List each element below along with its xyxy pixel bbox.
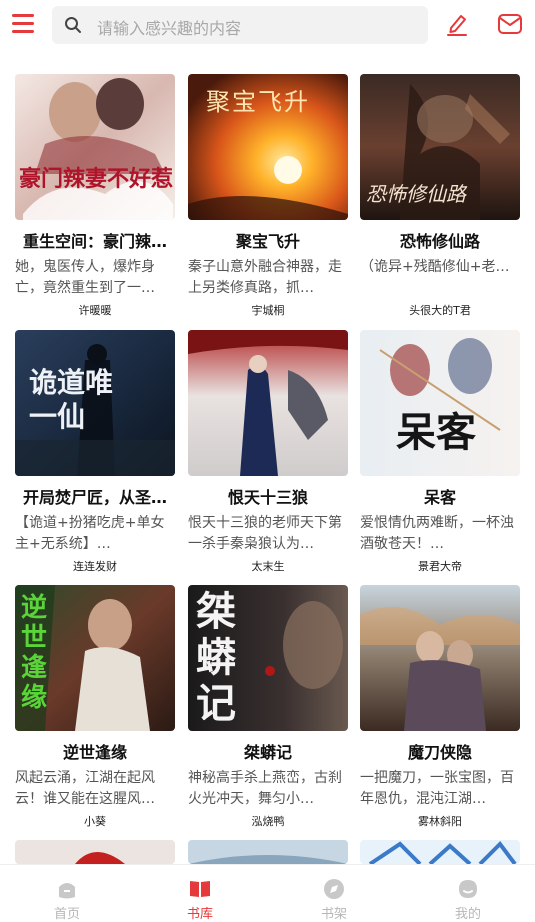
book-cover[interactable] (188, 330, 348, 476)
book-author: 雾林斜阳 (418, 815, 462, 828)
book-cover[interactable]: 聚宝飞升 (188, 74, 348, 220)
book-title[interactable]: 呆客 (356, 484, 524, 508)
cover-title: 呆客 (396, 409, 476, 456)
book-title[interactable]: 逆世逢缘 (11, 739, 179, 763)
tab-bookshelf[interactable]: 书架 (267, 865, 401, 922)
bottom-tab-bar: 首页 书库 书架 我的 (0, 864, 535, 922)
book-title[interactable]: 聚宝飞升 (184, 228, 352, 252)
book-author: 连连发财 (73, 560, 117, 573)
tab-label: 书库 (186, 907, 213, 922)
book-author: 小葵 (84, 815, 106, 828)
book-cover[interactable] (360, 840, 520, 864)
tab-home[interactable]: 首页 (0, 865, 134, 922)
book-description: 爱恨情仇两难断，一杯浊酒敬苍天！… (360, 515, 514, 552)
book-title[interactable]: 重生空间：豪门辣… (11, 228, 179, 252)
profile-icon (459, 880, 477, 898)
cover-title: 聚宝飞升 (206, 88, 310, 116)
book-title[interactable]: 恐怖修仙路 (356, 228, 524, 252)
book-cover[interactable]: 诡道唯一仙 (15, 330, 175, 476)
book-description: 【诡道+扮猪吃虎+单女主+无系统】… (15, 515, 165, 552)
library-icon (190, 881, 210, 897)
book-description: 恨天十三狼的老师天下第一杀手秦枭狼认为… (188, 515, 342, 552)
book-description: （诡异+残酷修仙+老… (360, 259, 510, 275)
tab-profile[interactable]: 我的 (401, 865, 535, 922)
mail-icon[interactable] (497, 11, 523, 37)
cover-title: 桀蟒记 (196, 588, 236, 727)
cover-title: 豪门辣妻不好惹 (19, 166, 174, 192)
book-author: 景君大帝 (418, 560, 462, 573)
tab-label: 书架 (320, 907, 347, 922)
book-cover[interactable]: 桀蟒记 (188, 585, 348, 731)
book-cover[interactable]: 恐怖修仙路 (360, 74, 520, 220)
bookshelf-icon (324, 879, 344, 899)
tab-label: 我的 (454, 907, 481, 922)
book-cover[interactable]: 逆世逢缘 (15, 585, 175, 731)
book-title[interactable]: 恨天十三狼 (184, 484, 352, 508)
cover-title: 诡道唯一仙 (29, 366, 114, 433)
tab-library[interactable]: 书库 (133, 865, 267, 922)
book-cover[interactable] (188, 840, 348, 864)
book-description: 她，鬼医传人，爆炸身亡，竟然重生到了一… (15, 259, 155, 296)
book-description: 风起云涌，江湖在起风云！谁又能在这腥风… (15, 770, 155, 807)
cover-title: 逆世逢缘 (21, 593, 48, 713)
search-icon (65, 17, 81, 33)
tab-label: 首页 (53, 907, 80, 922)
book-description: 秦子山意外融合神器，走上另类修真路，抓… (188, 259, 342, 296)
book-cover[interactable] (360, 585, 520, 731)
home-icon (59, 883, 75, 899)
book-cover[interactable]: 豪门辣妻不好惹 (15, 74, 175, 220)
book-description: 神秘高手杀上燕峦，古刹火光冲天，舞匀小… (188, 770, 342, 807)
book-author: 宇城桐 (251, 304, 285, 317)
menu-icon[interactable] (12, 14, 34, 34)
book-description: 一把魔刀，一张宝图，百年恩仇，混沌江湖… (360, 770, 514, 807)
book-title[interactable]: 桀蟒记 (184, 739, 352, 763)
book-author: 泓烧鸭 (251, 815, 285, 828)
edit-icon[interactable] (444, 11, 470, 37)
book-author: 太末生 (251, 560, 285, 573)
book-cover[interactable]: 呆客 (360, 330, 520, 476)
book-cover[interactable] (15, 840, 175, 864)
search-input[interactable]: 请输入感兴趣的内容 (52, 6, 428, 44)
top-bar: 请输入感兴趣的内容 (0, 0, 535, 52)
book-author: 头很大的T君 (409, 304, 471, 317)
search-placeholder: 请输入感兴趣的内容 (97, 19, 242, 38)
book-author: 许暖暖 (78, 304, 112, 317)
book-title[interactable]: 开局焚尸匠，从圣… (11, 484, 179, 508)
cover-title: 恐怖修仙路 (366, 182, 466, 206)
book-title[interactable]: 魔刀侠隐 (356, 739, 524, 763)
